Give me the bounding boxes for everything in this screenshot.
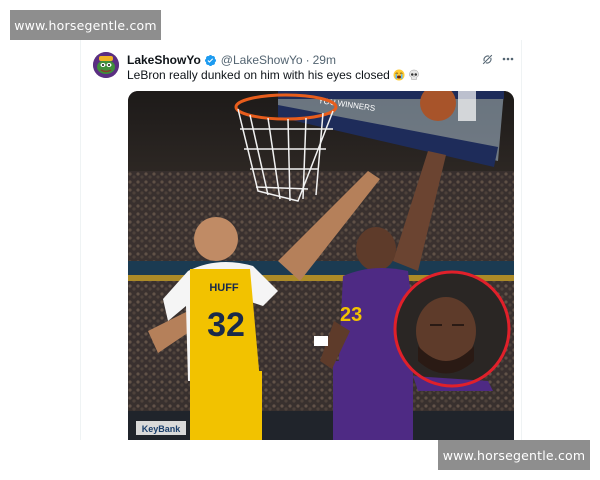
tweet-header: LakeShowYo @LakeShowYo · 29m [127,51,336,69]
jersey-name: HUFF [209,282,239,294]
skull-emoji-icon [409,69,419,80]
more-icon[interactable] [501,52,515,66]
tweet-media-image[interactable]: KeyBank YOU WINNERS HUFF 32 23 [128,91,514,440]
loudly-crying-face-emoji-icon [393,69,405,81]
grok-icon[interactable] [481,53,494,66]
separator-dot: · [305,53,310,67]
tweet-text: LeBron really dunked on him with his eye… [127,68,390,82]
watermark-top: www.horsegentle.com [10,10,161,40]
watermark-bottom: www.horsegentle.com [438,440,590,470]
tweet-text-row: LeBron really dunked on him with his eye… [127,68,420,82]
jersey-number: 32 [207,306,245,344]
verified-badge-icon [204,54,216,66]
opponent-jersey-number: 23 [340,304,362,326]
tweet-card[interactable]: LakeShowYo @LakeShowYo · 29m LeBron real… [80,40,522,440]
timestamp[interactable]: 29m [313,53,336,67]
handle[interactable]: @LakeShowYo [221,53,303,67]
avatar[interactable] [93,52,119,78]
display-name[interactable]: LakeShowYo [127,53,201,67]
baseline-ad-text: KeyBank [142,424,182,434]
dunk-photo: KeyBank YOU WINNERS HUFF 32 23 [128,91,514,440]
